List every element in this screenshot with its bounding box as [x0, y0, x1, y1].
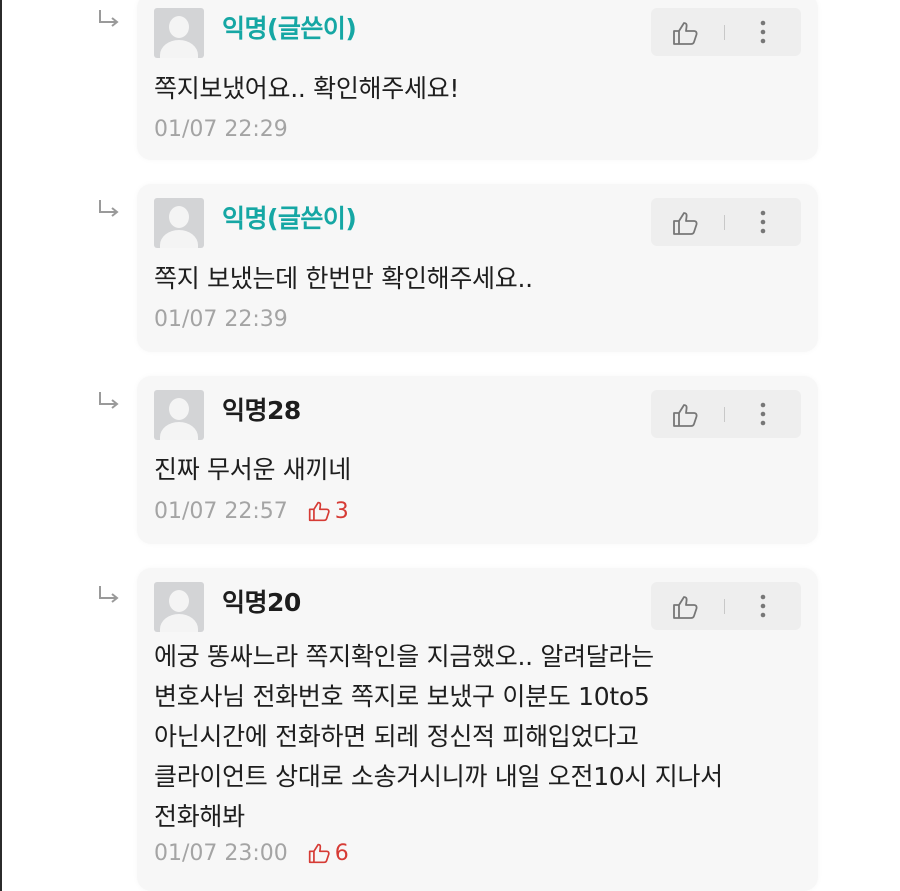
comment-text-line: 진짜 무서운 새끼네	[154, 455, 351, 484]
default-avatar-icon	[154, 8, 204, 58]
comment-text-line: 전화해봐	[154, 802, 245, 831]
comment-card: 익명(글쓴이) 쪽지보냈어요.. 확인해주세요! 01/07 22:29	[137, 0, 818, 160]
action-divider	[724, 407, 725, 422]
comment-text: 쪽지보냈어요.. 확인해주세요!	[154, 69, 794, 109]
like-count-value: 6	[334, 841, 349, 866]
more-vertical-icon[interactable]	[753, 208, 773, 236]
comment-meta: 01/07 23:00 6	[154, 840, 349, 868]
comment-card: 익명28 진짜 무서운 새끼네 01/07 22:57 3	[137, 376, 818, 544]
default-avatar-icon	[154, 582, 204, 632]
comment-text-line: 쪽지보냈어요.. 확인해주세요!	[154, 74, 460, 103]
reply-arrow-icon	[99, 200, 119, 217]
action-divider	[724, 215, 725, 230]
thumbs-up-icon	[308, 501, 330, 522]
thumbs-up-icon[interactable]	[671, 20, 699, 46]
comment-author: 익명20	[222, 588, 301, 617]
comment-actions	[651, 390, 801, 438]
comment-timestamp: 01/07 23:00	[154, 841, 288, 866]
comment-card: 익명(글쓴이) 쪽지 보냈는데 한번만 확인해주세요.. 01/07 22:39	[137, 184, 818, 352]
comment-meta: 01/07 22:29	[154, 116, 288, 144]
thumbs-up-icon[interactable]	[671, 594, 699, 620]
comment-text-line: 에궁 똥싸느라 쪽지확인을 지금했오.. 알려달라는	[154, 642, 654, 671]
more-vertical-icon[interactable]	[753, 592, 773, 620]
comment-text: 에궁 똥싸느라 쪽지확인을 지금했오.. 알려달라는 변호사님 전화번호 쪽지로…	[154, 637, 794, 837]
more-vertical-icon[interactable]	[753, 400, 773, 428]
comment-author: 익명(글쓴이)	[222, 204, 357, 233]
comment-actions	[651, 198, 801, 246]
comment-actions	[651, 8, 801, 56]
thumbs-up-icon[interactable]	[671, 402, 699, 428]
like-count-value: 3	[334, 499, 349, 524]
comment-text-line: 쪽지 보냈는데 한번만 확인해주세요..	[154, 264, 533, 293]
reply-arrow-icon	[99, 586, 119, 603]
reply-arrow-icon	[99, 392, 119, 409]
thumbs-up-icon[interactable]	[671, 210, 699, 236]
comment-author: 익명28	[222, 396, 301, 425]
comment-text-line: 아닌시간에 전화하면 되레 정신적 피해입었다고	[154, 722, 639, 751]
comment-thread: 익명(글쓴이) 쪽지보냈어요.. 확인해주세요! 01/07 22:29 익명(…	[0, 0, 900, 891]
comment-timestamp: 01/07 22:39	[154, 307, 288, 332]
comment-text: 쪽지 보냈는데 한번만 확인해주세요..	[154, 259, 794, 299]
reply-arrow-icon	[99, 10, 119, 27]
comment-card: 익명20 에궁 똥싸느라 쪽지확인을 지금했오.. 알려달라는 변호사님 전화번…	[137, 568, 818, 891]
comment-actions	[651, 582, 801, 630]
action-divider	[724, 25, 725, 40]
comment-text-line: 변호사님 전화번호 쪽지로 보냈구 이분도 10to5	[154, 682, 650, 711]
default-avatar-icon	[154, 390, 204, 440]
comment-text-line: 클라이언트 상대로 소송거시니까 내일 오전10시 지나서	[154, 762, 723, 791]
comment-meta: 01/07 22:39	[154, 306, 288, 334]
action-divider	[724, 599, 725, 614]
like-count: 6	[307, 840, 349, 868]
default-avatar-icon	[154, 198, 204, 248]
thumbs-up-icon	[308, 843, 330, 864]
like-count: 3	[307, 498, 349, 526]
comment-timestamp: 01/07 22:57	[154, 499, 288, 524]
comment-timestamp: 01/07 22:29	[154, 117, 288, 142]
comment-text: 진짜 무서운 새끼네	[154, 450, 794, 490]
more-vertical-icon[interactable]	[753, 18, 773, 46]
comment-author: 익명(글쓴이)	[222, 14, 357, 43]
comment-meta: 01/07 22:57 3	[154, 498, 349, 526]
